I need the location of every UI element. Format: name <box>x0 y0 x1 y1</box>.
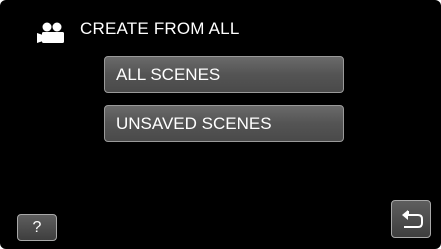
all-scenes-button[interactable]: ALL SCENES <box>104 56 344 93</box>
help-button[interactable]: ? <box>17 214 57 241</box>
return-arrow-icon <box>402 210 423 228</box>
video-camera-icon <box>37 22 67 44</box>
back-button[interactable] <box>391 200 431 238</box>
page-title: CREATE FROM ALL <box>80 19 240 38</box>
unsaved-scenes-button[interactable]: UNSAVED SCENES <box>104 105 344 142</box>
camera-menu-screen: CREATE FROM ALL ALL SCENES UNSAVED SCENE… <box>0 0 441 249</box>
